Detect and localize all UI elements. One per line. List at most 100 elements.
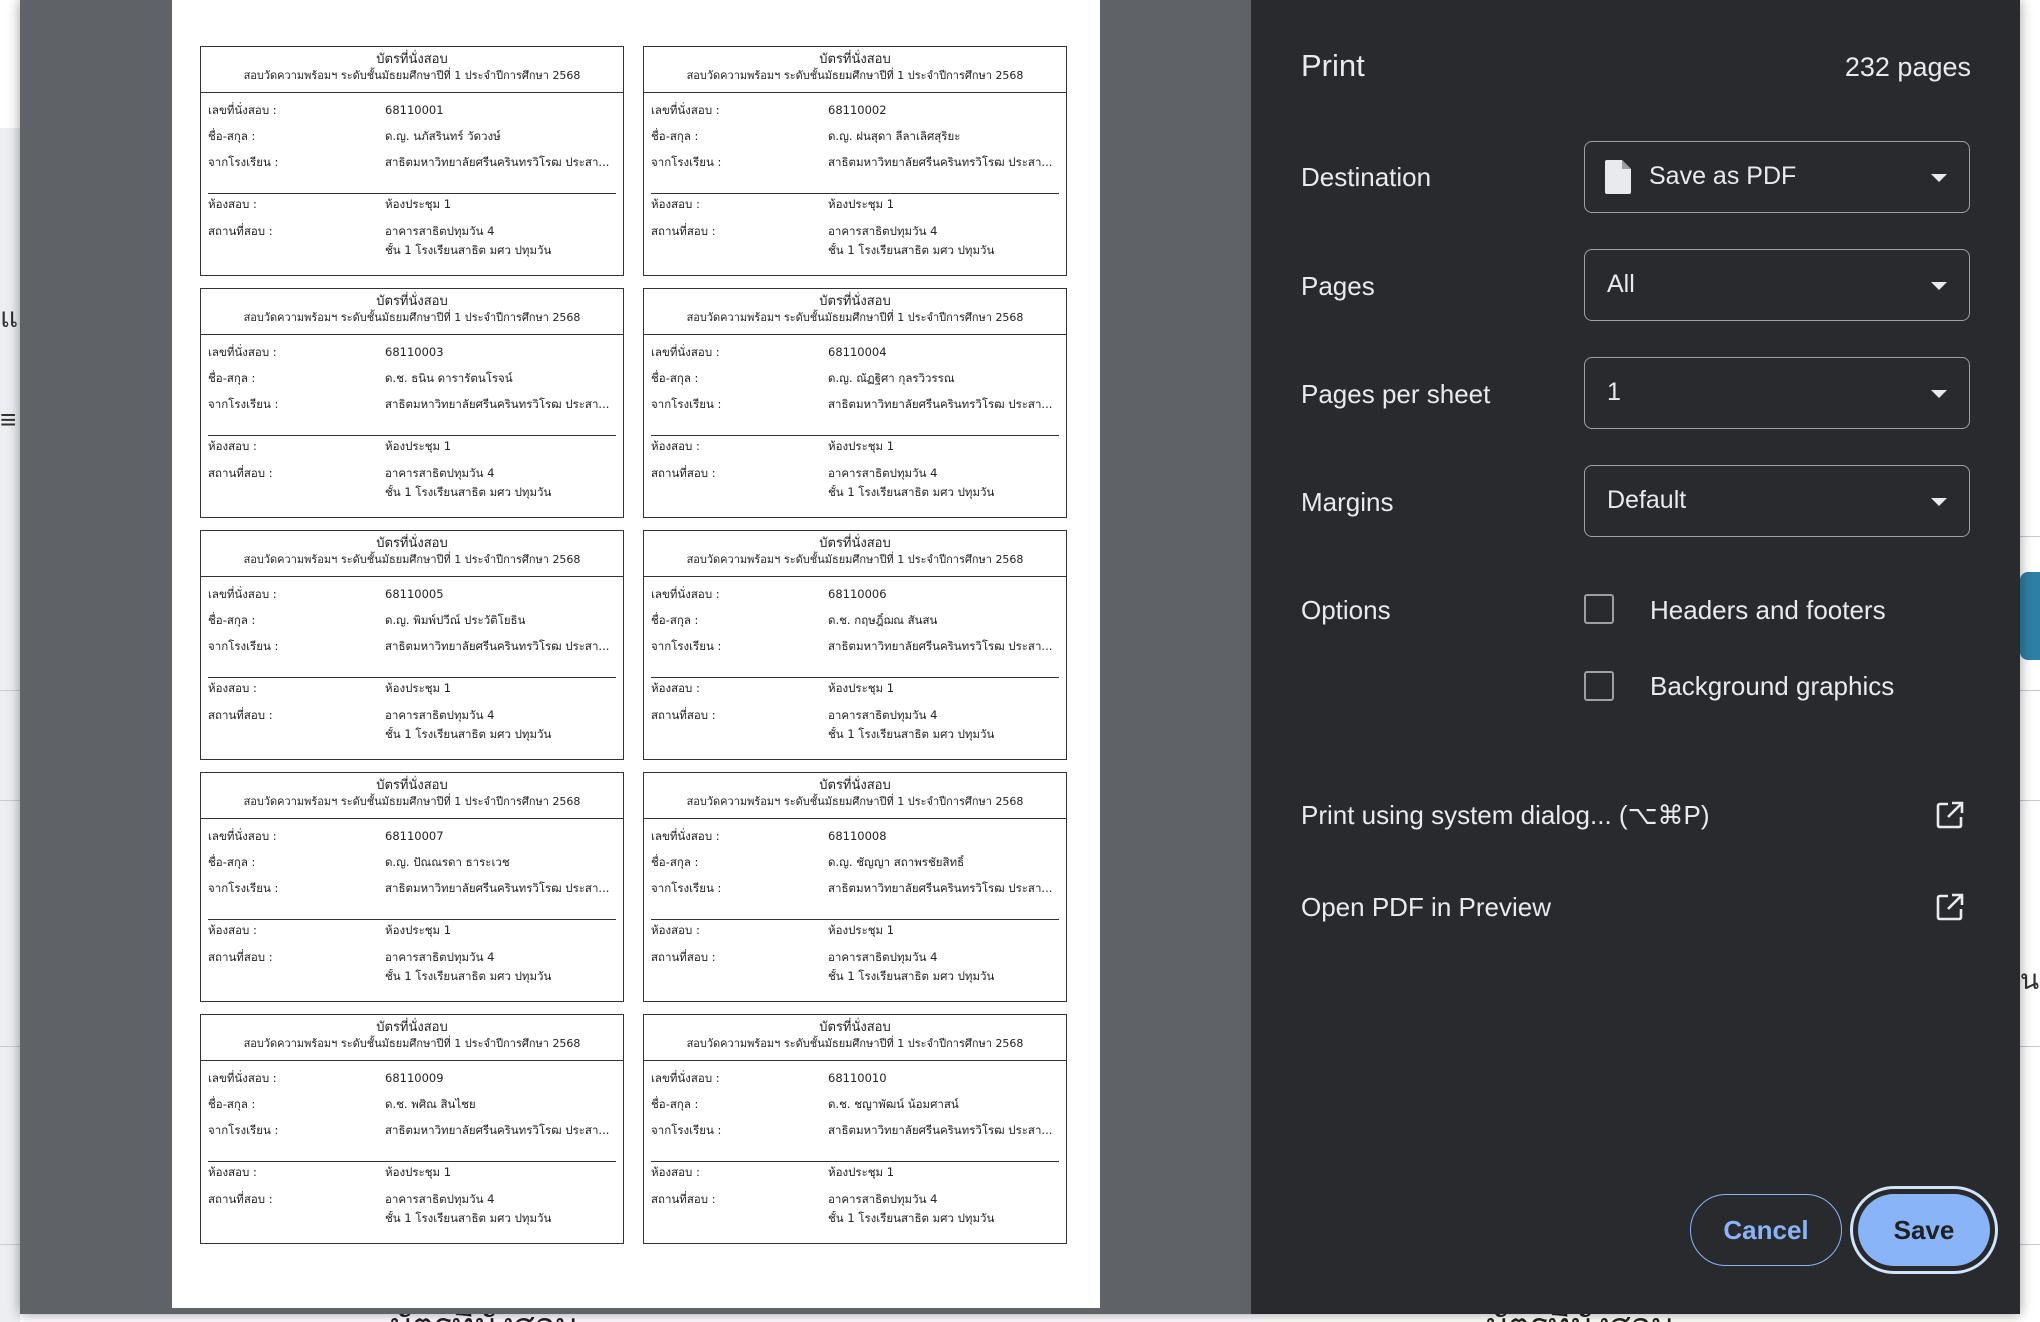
student-name-label: ชื่อ-สกุล : [651,129,699,143]
seat-card-header: บัตรที่นั่งสอบ สอบวัดความพร้อมฯ ระดับชั้น… [201,47,623,93]
school-label: จากโรงเรียน : [651,397,722,411]
print-preview-area[interactable]: บัตรที่นั่งสอบสอบวัดความพร้อมฯ ระดับชั้น… [20,0,1251,1314]
student-name-value: ด.ช. กฤษฎิ์ฌณ สันสน [828,613,938,627]
seat-card: บัตรที่นั่งสอบ สอบวัดความพร้อมฯ ระดับชั้น… [643,288,1067,518]
cancel-button[interactable]: Cancel [1690,1194,1842,1266]
exam-room-value: ห้องประชุม 1 [828,681,895,695]
seat-card: บัตรที่นั่งสอบสอบวัดความพร้อมฯ ระดับชั้น… [200,772,624,1002]
destination-label: Destination [1301,162,1432,192]
exam-venue-building: อาคารสาธิตปทุมวัน 4 [385,708,495,722]
background-graphics-label[interactable]: Background graphics [1650,671,1894,702]
exam-room-label: ห้องสอบ : [208,1165,257,1179]
margins-select[interactable]: Default [1584,465,1970,537]
school-value: สาธิตมหาวิทยาลัยศรีนครินทรวิโรฒ ประสา... [828,155,1053,169]
exam-venue-label: สถานที่สอบ : [651,224,716,238]
background-graphics-checkbox[interactable] [1584,671,1614,701]
background-menu-glyph: ≡ [0,404,17,435]
exam-venue-detail: ชั้น 1 โรงเรียนสาธิต มศว ปทุมวัน [828,485,995,499]
student-name-value: ด.ช. ธนิน ดารารัตนโรจน์ [385,371,513,385]
seat-card-title: บัตรที่นั่งสอบ [376,1020,448,1035]
exam-venue-label: สถานที่สอบ : [208,950,273,964]
seat-number-label: เลขที่นั่งสอบ : [208,103,277,117]
seat-card-title: บัตรที่นั่งสอบ [819,52,891,67]
exam-room-label: ห้องสอบ : [208,923,257,937]
seat-card-subtitle: สอบวัดความพร้อมฯ ระดับชั้นมัธยมศึกษาปีที… [243,795,581,808]
exam-venue-building: อาคารสาธิตปทุมวัน 4 [828,224,938,238]
seat-card-header: บัตรที่นั่งสอบสอบวัดความพร้อมฯ ระดับชั้น… [201,531,623,577]
student-name-label: ชื่อ-สกุล : [651,855,699,869]
pages-per-sheet-value: 1 [1607,378,1621,406]
open-pdf-preview-link[interactable]: Open PDF in Preview [1301,892,1551,923]
student-name-label: ชื่อ-สกุล : [651,371,699,385]
student-name-label: ชื่อ-สกุล : [208,129,256,143]
student-name-value: ด.ช. ชญาพัฒน์ น้อมศาสน์ [828,1097,959,1111]
school-value: สาธิตมหาวิทยาลัยศรีนครินทรวิโรฒ ประสา... [828,1123,1053,1137]
school-label: จากโรงเรียน : [651,1123,722,1137]
print-settings-panel: Print 232 pages Destination Save as PDF … [1251,0,2020,1314]
background-glyph: แ [0,302,19,333]
exam-venue-building: อาคารสาธิตปทุมวัน 4 [385,224,495,238]
headers-footers-label[interactable]: Headers and footers [1650,595,1886,626]
pages-label: Pages [1301,271,1375,301]
exam-venue-label: สถานที่สอบ : [651,708,716,722]
pages-value: All [1607,270,1635,298]
seat-number-label: เลขที่นั่งสอบ : [208,587,277,601]
student-name-value: ด.ญ. พิมพ์ปวีณ์ ประวัติโยธิน [385,613,526,627]
seat-card-divider [651,1161,1059,1162]
exam-room-value: ห้องประชุม 1 [385,197,452,211]
seat-number-value: 68110007 [385,829,444,843]
school-label: จากโรงเรียน : [208,881,279,895]
exam-venue-detail: ชั้น 1 โรงเรียนสาธิต มศว ปทุมวัน [828,969,995,983]
open-external-icon[interactable] [1936,893,1964,921]
seat-card: บัตรที่นั่งสอบ สอบวัดความพร้อมฯ ระดับชั้น… [200,288,624,518]
seat-card-title: บัตรที่นั่งสอบ [376,536,448,551]
exam-venue-detail: ชั้น 1 โรงเรียนสาธิต มศว ปทุมวัน [385,243,552,257]
student-name-value: ด.ญ. ชัญญา สถาพรชัยสิทธิ์ [828,855,965,869]
print-dialog: บัตรที่นั่งสอบสอบวัดความพร้อมฯ ระดับชั้น… [20,0,2020,1314]
seat-card-subtitle: สอบวัดความพร้อมฯ ระดับชั้นมัธยมศึกษาปีที… [243,553,581,566]
margins-value: Default [1607,486,1687,514]
seat-card-header: บัตรที่นั่งสอบ สอบวัดความพร้อมฯ ระดับชั้น… [644,773,1066,819]
student-name-value: ด.ช. พศิณ สินไชย [385,1097,476,1111]
system-dialog-link[interactable]: Print using system dialog... (⌥⌘P) [1301,800,1710,831]
school-value: สาธิตมหาวิทยาลัยศรีนครินทรวิโรฒ ประสา... [828,397,1053,411]
seat-number-label: เลขที่นั่งสอบ : [651,345,720,359]
seat-card-divider [208,677,616,678]
exam-room-label: ห้องสอบ : [651,1165,700,1179]
school-value: สาธิตมหาวิทยาลัยศรีนครินทรวิโรฒ ประสา... [385,155,610,169]
seat-card-title: บัตรที่นั่งสอบ [819,778,891,793]
school-label: จากโรงเรียน : [208,639,279,653]
seat-card-divider [208,435,616,436]
destination-select[interactable]: Save as PDF [1584,141,1970,213]
exam-venue-detail: ชั้น 1 โรงเรียนสาธิต มศว ปทุมวัน [828,243,995,257]
seat-card-subtitle: สอบวัดความพร้อมฯ ระดับชั้นมัธยมศึกษาปีที… [686,311,1024,324]
seat-number-value: 68110008 [828,829,887,843]
caret-down-icon [1931,390,1947,398]
save-button[interactable]: Save [1858,1194,1990,1266]
seat-card-subtitle: สอบวัดความพร้อมฯ ระดับชั้นมัธยมศึกษาปีที… [243,69,581,82]
student-name-label: ชื่อ-สกุล : [208,371,256,385]
seat-card-subtitle: สอบวัดความพร้อมฯ ระดับชั้นมัธยมศึกษาปีที… [686,69,1024,82]
open-external-icon[interactable] [1936,801,1964,829]
student-name-value: ด.ญ. ฝนสุดา ลีลาเลิศสุริยะ [828,129,961,143]
exam-room-value: ห้องประชุม 1 [828,197,895,211]
seat-number-value: 68110009 [385,1071,444,1085]
exam-venue-detail: ชั้น 1 โรงเรียนสาธิต มศว ปทุมวัน [385,485,552,499]
seat-card-divider [208,1161,616,1162]
exam-venue-building: อาคารสาธิตปทุมวัน 4 [828,466,938,480]
seat-card: บัตรที่นั่งสอบสอบวัดความพร้อมฯ ระดับชั้น… [200,530,624,760]
background-divider [0,1046,20,1047]
background-tab [2020,572,2040,660]
seat-card-header: บัตรที่นั่งสอบ สอบวัดความพร้อมฯ ระดับชั้น… [201,1015,623,1061]
exam-venue-detail: ชั้น 1 โรงเรียนสาธิต มศว ปทุมวัน [385,969,552,983]
exam-venue-building: อาคารสาธิตปทุมวัน 4 [385,1192,495,1206]
exam-room-value: ห้องประชุม 1 [828,923,895,937]
caret-down-icon [1931,282,1947,290]
dialog-title: Print [1301,48,1365,83]
seat-card-title: บัตรที่นั่งสอบ [376,778,448,793]
headers-footers-checkbox[interactable] [1584,594,1614,624]
pages-per-sheet-select[interactable]: 1 [1584,357,1970,429]
pages-select[interactable]: All [1584,249,1970,321]
caret-down-icon [1931,498,1947,506]
seat-card: บัตรที่นั่งสอบ สอบวัดความพร้อมฯ ระดับชั้น… [200,46,624,276]
